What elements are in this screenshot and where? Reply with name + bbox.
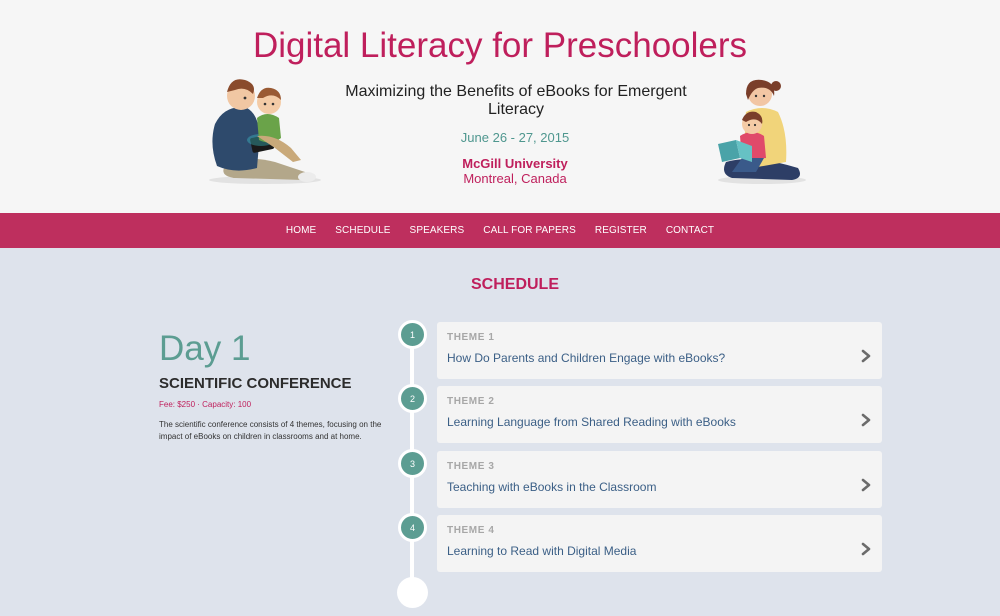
theme-label: THEME 4	[447, 525, 495, 536]
chevron-right-icon	[861, 542, 871, 556]
nav-schedule[interactable]: SCHEDULE	[335, 225, 390, 236]
venue: McGill University Montreal, Canada	[0, 156, 1000, 186]
main-nav: HOME SCHEDULE SPEAKERS CALL FOR PAPERS R…	[0, 213, 1000, 248]
nav-register[interactable]: REGISTER	[595, 225, 647, 236]
fee-capacity: Fee: $250 · Capacity: 100	[159, 400, 252, 409]
chevron-right-icon	[861, 349, 871, 363]
event-dates: June 26 - 27, 2015	[460, 130, 570, 145]
theme-title: Learning to Read with Digital Media	[447, 544, 637, 558]
chevron-right-icon	[861, 413, 871, 427]
timeline-dot: 3	[398, 449, 427, 478]
theme-card-3[interactable]: THEME 3 Teaching with eBooks in the Clas…	[437, 451, 882, 508]
venue-location: Montreal, Canada	[463, 171, 567, 186]
theme-title: Learning Language from Shared Reading wi…	[447, 415, 736, 429]
nav-home[interactable]: HOME	[286, 225, 316, 236]
theme-label: THEME 3	[447, 461, 495, 472]
nav-speakers[interactable]: SPEAKERS	[410, 225, 465, 236]
schedule-heading: SCHEDULE	[470, 276, 559, 293]
chevron-right-icon	[861, 478, 871, 492]
theme-card-2[interactable]: THEME 2 Learning Language from Shared Re…	[437, 386, 882, 443]
timeline-dot: 1	[398, 320, 427, 349]
theme-card-1[interactable]: THEME 1 How Do Parents and Children Enga…	[437, 322, 882, 379]
venue-name: McGill University	[462, 156, 568, 171]
theme-title: How Do Parents and Children Engage with …	[447, 351, 726, 365]
timeline-dot: 2	[398, 384, 427, 413]
conference-description: The scientific conference consists of 4 …	[159, 420, 382, 441]
timeline-end-dot	[397, 577, 428, 608]
mother-child-book-illustration	[712, 78, 808, 184]
theme-label: THEME 2	[447, 396, 495, 407]
theme-title: Teaching with eBooks in the Classroom	[447, 480, 657, 494]
nav-call-for-papers[interactable]: CALL FOR PAPERS	[483, 225, 576, 236]
site-header: Digital Literacy for Preschoolers Maximi	[0, 0, 1000, 213]
theme-card-4[interactable]: THEME 4 Learning to Read with Digital Me…	[437, 515, 882, 572]
theme-label: THEME 1	[447, 332, 495, 343]
nav-contact[interactable]: CONTACT	[666, 225, 714, 236]
conference-title: SCIENTIFIC CONFERENCE	[159, 375, 352, 392]
site-title: Digital Literacy for Preschoolers	[252, 26, 748, 65]
day-title: Day 1	[159, 329, 251, 368]
timeline-dot: 4	[398, 513, 427, 542]
subtitle: Maximizing the Benefits of eBooks for Em…	[345, 83, 687, 118]
